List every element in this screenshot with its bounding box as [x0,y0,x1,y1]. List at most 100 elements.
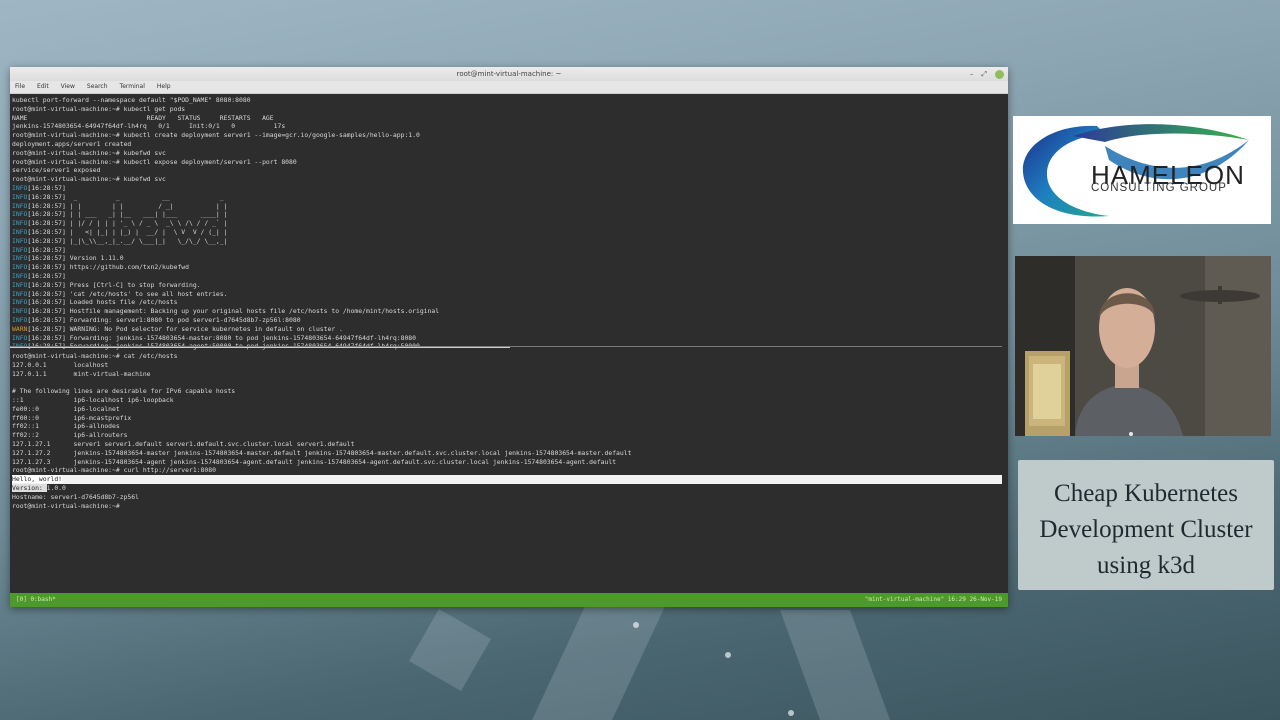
log-level-info: INFO [12,227,28,236]
line-text: [16:28:57] | | | | / _| | | [27,201,228,210]
video-caption-card: Cheap Kubernetes Development Cluster usi… [1018,460,1274,590]
line-text: NAME READY STATUS RESTARTS AGE [12,113,274,122]
menu-view[interactable]: View [61,81,75,93]
menu-terminal[interactable]: Terminal [120,81,145,93]
menu-bar: File Edit View Search Terminal Help [10,81,1008,94]
log-level-info: INFO [12,219,28,228]
background-shape [532,600,668,720]
log-level-info: INFO [12,236,28,245]
webcam-feed [1015,256,1271,436]
log-level-info: INFO [12,210,28,219]
terminal-line: fe00::0 ip6-localnet [12,405,1002,414]
terminal-line: INFO[16:28:57] | |/ / | | | '_ \ / _ \ _… [12,219,1002,228]
tmux-status-bar: [0] 0:bash* "mint-virtual-machine" 16:29… [10,593,1008,607]
log-level-info: INFO [12,271,28,280]
line-text: [16:28:57] | |/ / | | | '_ \ / _ \ _\ \ … [27,219,228,228]
terminal-window[interactable]: root@mint-virtual-machine: ~ – ⤢ File Ed… [10,67,1008,607]
terminal-line: kubectl port-forward --namespace default… [12,96,1002,105]
terminal-line: INFO[16:28:57] [12,184,1002,193]
terminal-line: INFO[16:28:57] _ _ __ _ [12,193,1002,202]
line-text: [16:28:57] _ _ __ _ [27,192,224,201]
line-text: 127.1.27.1 server1 server1.default serve… [12,439,355,448]
terminal-line: INFO[16:28:57] Press [Ctrl-C] to stop fo… [12,281,1002,290]
window-titlebar[interactable]: root@mint-virtual-machine: ~ – ⤢ [10,67,1008,81]
background-shape [409,609,491,691]
line-text: ff02::2 ip6-allrouters [12,431,128,440]
terminal-line: INFO[16:28:57] Loaded hosts file /etc/ho… [12,298,1002,307]
hostname-output: Hostname: server1-d7645d8b7-zp56l [12,492,139,501]
terminal-line: INFO[16:28:57] https://github.com/txn2/k… [12,263,1002,272]
terminal-line: INFO[16:28:57] Forwarding: jenkins-15748… [12,334,1002,343]
terminal-line: root@mint-virtual-machine:~# cat /etc/ho… [12,352,1002,361]
terminal-line: 127.1.27.2 jenkins-1574803654-master jen… [12,449,1002,458]
log-level-info: INFO [12,307,28,316]
line-text: [16:28:57] Hostfile management: Backing … [27,307,440,316]
terminal-line: NAME READY STATUS RESTARTS AGE [12,114,1002,123]
log-level-info: INFO [12,192,28,201]
line-text: [16:28:57] Forwarding: jenkins-157480365… [27,333,416,342]
terminal-line: root@mint-virtual-machine:~# kubefwd svc [12,175,1002,184]
maximize-button[interactable]: ⤢ [981,69,987,79]
caption-line-2: Development Cluster [1039,516,1253,543]
menu-edit[interactable]: Edit [37,81,49,93]
line-text: [16:28:57] Version 1.11.0 [27,254,124,263]
log-level-info: INFO [12,254,28,263]
line-text: [16:28:57] [27,183,66,192]
company-logo: HAMELEON CONSULTING GROUP [1013,116,1271,224]
close-button[interactable] [995,69,1004,79]
menu-file[interactable]: File [15,81,25,93]
terminal-line: ff00::0 ip6-mcastprefix [12,414,1002,423]
log-level-info: INFO [12,263,28,272]
log-level-info: INFO [12,315,28,324]
line-text: deployment.apps/server1 created [12,139,132,148]
menu-help[interactable]: Help [157,81,171,93]
terminal-pane-bottom[interactable]: root@mint-virtual-machine:~# cat /etc/ho… [12,352,1002,510]
line-text: kubectl port-forward --namespace default… [12,96,251,104]
terminal-line: # The following lines are desirable for … [12,387,1002,396]
line-text: [16:28:57] WARNING: No Pod selector for … [27,324,343,333]
log-level-info: INFO [12,289,28,298]
terminal-line: ::1 ip6-localhost ip6-loopback [12,396,1002,405]
terminal-line: INFO[16:28:57] [12,246,1002,255]
status-right: "mint-virtual-machine" 16:29 26-Nov-19 [864,596,1002,603]
log-level-info: INFO [12,245,28,254]
terminal-line: service/server1 exposed [12,166,1002,175]
terminal-pane-top[interactable]: kubectl port-forward --namespace default… [12,96,1002,351]
line-text: [16:28:57] [27,245,66,254]
terminal-line: root@mint-virtual-machine:~# kubectl cre… [12,131,1002,140]
terminal-line: 127.1.27.3 jenkins-1574803654-agent jenk… [12,458,1002,467]
terminal-line: INFO[16:28:57] | <| |_| | |_) | __/ | \ … [12,228,1002,237]
line-text: [16:28:57] | <| |_| | |_) | __/ | \ V V … [27,227,228,236]
line-text: jenkins-1574803654-64947f64df-lh4rq 0/1 … [12,122,286,131]
terminal-line: root@mint-virtual-machine:~# curl http:/… [12,466,1002,475]
line-text: 127.0.1.1 mint-virtual-machine [12,369,151,378]
terminal-line: INFO[16:28:57] 'cat /etc/hosts' to see a… [12,290,1002,299]
background-shape [779,610,891,720]
line-text: root@mint-virtual-machine:~# curl http:/… [12,466,216,475]
minimize-button[interactable]: – [970,69,974,79]
terminal-line: INFO[16:28:57] | | | | / _| | | [12,202,1002,211]
menu-search[interactable]: Search [87,81,108,93]
hello-output: Hello, world! [12,475,63,484]
shell-prompt[interactable]: root@mint-virtual-machine:~# [12,502,1002,511]
line-text: ff00::0 ip6-mcastprefix [12,413,132,422]
log-level-info: INFO [12,298,28,307]
log-level-info: INFO [12,183,28,192]
line-text: root@mint-virtual-machine:~# cat /etc/ho… [12,352,178,360]
line-text: [16:28:57] 'cat /etc/hosts' to see all h… [27,289,228,298]
terminal-area[interactable]: kubectl port-forward --namespace default… [10,94,1008,593]
terminal-line: deployment.apps/server1 created [12,140,1002,149]
line-text: root@mint-virtual-machine:~# kubefwd svc [12,148,166,157]
line-text: [16:28:57] Loaded hosts file /etc/hosts [27,298,178,307]
line-text: service/server1 exposed [12,166,101,175]
version-label: Version: [12,483,47,492]
caption-line-1: Cheap Kubernetes [1054,480,1238,507]
terminal-line: root@mint-virtual-machine:~# kubefwd svc [12,149,1002,158]
selected-output-row: Hello, world! [12,475,1002,484]
terminal-line: jenkins-1574803654-64947f64df-lh4rq 0/1 … [12,122,1002,131]
line-text: # The following lines are desirable for … [12,387,236,396]
line-text: root@mint-virtual-machine:~# kubectl exp… [12,157,297,166]
terminal-line: ff02::1 ip6-allnodes [12,422,1002,431]
line-text: [16:28:57] https://github.com/txn2/kubef… [27,263,189,272]
